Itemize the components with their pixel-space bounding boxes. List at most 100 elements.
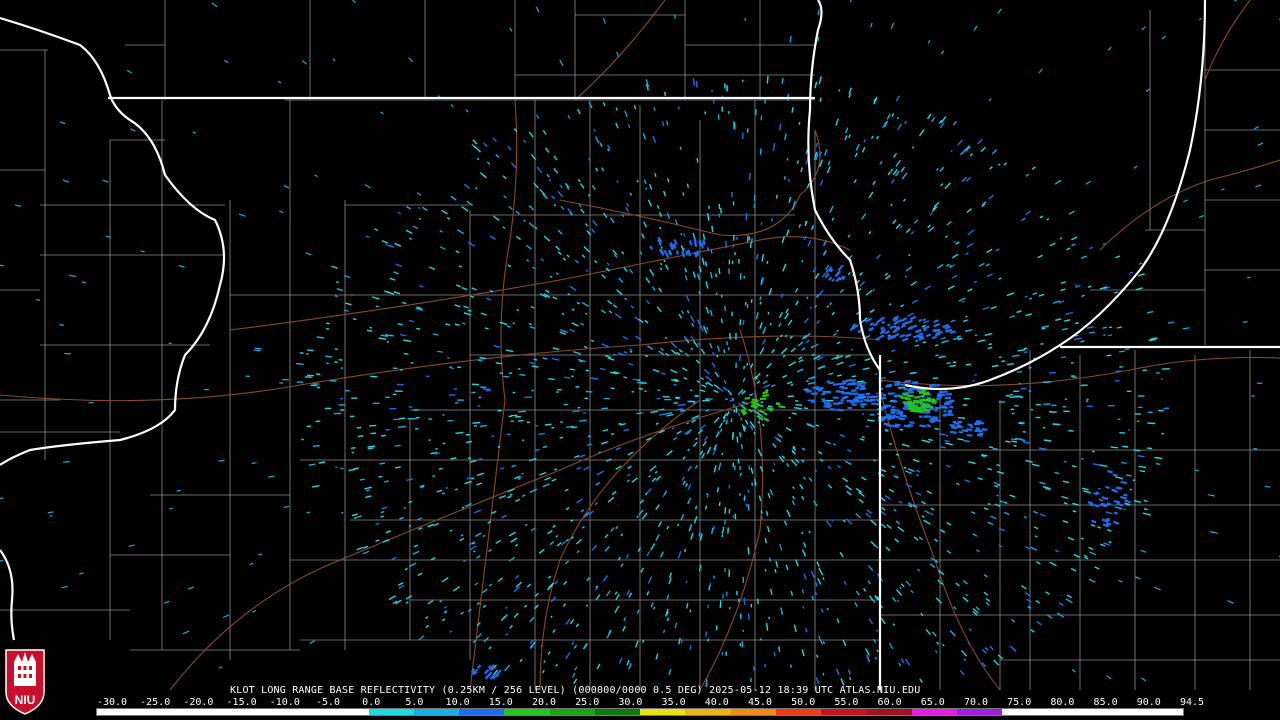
echo-mark	[1080, 255, 1088, 259]
echo-mark	[604, 534, 609, 539]
echo-mark	[596, 470, 605, 476]
echo-mark	[1071, 243, 1076, 247]
echo-mark	[966, 242, 974, 248]
echo-mark	[596, 663, 601, 670]
echo-mark	[564, 488, 569, 492]
echo-mark	[425, 624, 430, 629]
echo-mark	[973, 280, 978, 284]
echo-mark	[900, 304, 904, 308]
echo-mark	[940, 50, 945, 55]
echo-mark	[643, 221, 648, 228]
echo-mark	[791, 412, 797, 415]
echo-mark	[566, 254, 570, 258]
echo-mark	[801, 531, 804, 535]
echo-mark	[976, 433, 983, 437]
echo-mark	[403, 506, 407, 509]
echo-mark	[706, 326, 709, 331]
echo-mark	[909, 421, 915, 424]
echo-mark	[574, 666, 578, 671]
echo-mark	[508, 556, 516, 562]
echo-mark	[1099, 464, 1108, 467]
echo-mark	[469, 545, 477, 551]
echo-mark	[880, 617, 886, 625]
echo-mark	[1212, 531, 1218, 534]
echo-mark	[658, 211, 663, 217]
echo-mark	[749, 393, 754, 396]
echo-mark	[981, 428, 988, 431]
echo-mark	[480, 312, 487, 316]
echo-mark	[416, 327, 421, 330]
echo-mark	[839, 382, 847, 386]
echo-mark	[889, 370, 896, 373]
echo-mark	[891, 596, 897, 602]
echo-mark	[382, 539, 390, 543]
echo-mark	[482, 604, 487, 609]
echo-mark	[1061, 495, 1069, 500]
echo-mark	[473, 509, 482, 514]
echo-mark	[875, 336, 880, 341]
echo-mark	[588, 101, 593, 109]
echo-mark	[817, 450, 823, 455]
echo-mark	[814, 591, 818, 596]
echo-mark	[559, 331, 567, 336]
echo-mark	[949, 424, 956, 427]
echo-mark	[957, 139, 963, 146]
echo-mark	[879, 316, 885, 321]
echo-mark	[962, 580, 968, 585]
echo-mark	[869, 22, 873, 28]
echo-mark	[965, 252, 969, 256]
echo-mark	[949, 265, 952, 268]
echo-mark	[1115, 255, 1121, 259]
echo-mark	[510, 537, 518, 543]
echo-mark	[534, 592, 539, 597]
echo-mark	[744, 396, 751, 400]
echo-mark	[479, 424, 487, 427]
echo-mark	[918, 334, 924, 339]
echo-mark	[305, 252, 312, 256]
echo-mark	[900, 166, 906, 173]
echo-mark	[661, 121, 665, 127]
echo-mark	[915, 469, 921, 473]
echo-mark	[502, 226, 506, 229]
echo-mark	[825, 269, 830, 274]
echo-mark	[928, 438, 933, 441]
echo-mark	[884, 272, 889, 276]
echo-mark	[777, 433, 783, 439]
echo-mark	[870, 519, 877, 526]
echo-mark	[544, 289, 550, 294]
echo-mark	[740, 444, 743, 449]
echo-mark	[534, 226, 538, 230]
echo-mark	[546, 173, 550, 178]
echo-mark	[848, 363, 856, 368]
echo-mark	[769, 322, 772, 326]
echo-mark	[417, 527, 423, 531]
echo-mark	[565, 652, 571, 660]
echo-mark	[1040, 343, 1044, 345]
echo-mark	[474, 532, 482, 538]
echo-mark	[836, 341, 841, 345]
echo-mark	[807, 381, 816, 385]
echo-mark	[657, 521, 663, 528]
echo-mark	[913, 219, 919, 224]
echo-mark	[785, 462, 790, 467]
scale-label: 75.0	[1007, 697, 1032, 708]
echo-mark	[1095, 491, 1100, 495]
echo-mark	[897, 526, 905, 532]
echo-mark	[637, 379, 641, 382]
echo-mark	[822, 240, 827, 247]
echo-mark	[872, 322, 879, 327]
echo-mark	[579, 454, 586, 458]
echo-mark	[462, 559, 467, 563]
echo-mark	[445, 323, 451, 326]
echo-mark	[1083, 554, 1088, 558]
echo-mark	[918, 128, 925, 137]
echo-mark	[666, 178, 670, 183]
echo-mark	[773, 462, 776, 466]
echo-mark	[978, 432, 984, 436]
echo-mark	[953, 606, 957, 610]
echo-mark	[715, 431, 720, 438]
echo-mark	[884, 274, 891, 280]
product-caption: KLOT LONG RANGE BASE REFLECTIVITY (0.25K…	[230, 685, 921, 696]
echo-mark	[557, 190, 564, 198]
echo-mark	[331, 265, 338, 269]
